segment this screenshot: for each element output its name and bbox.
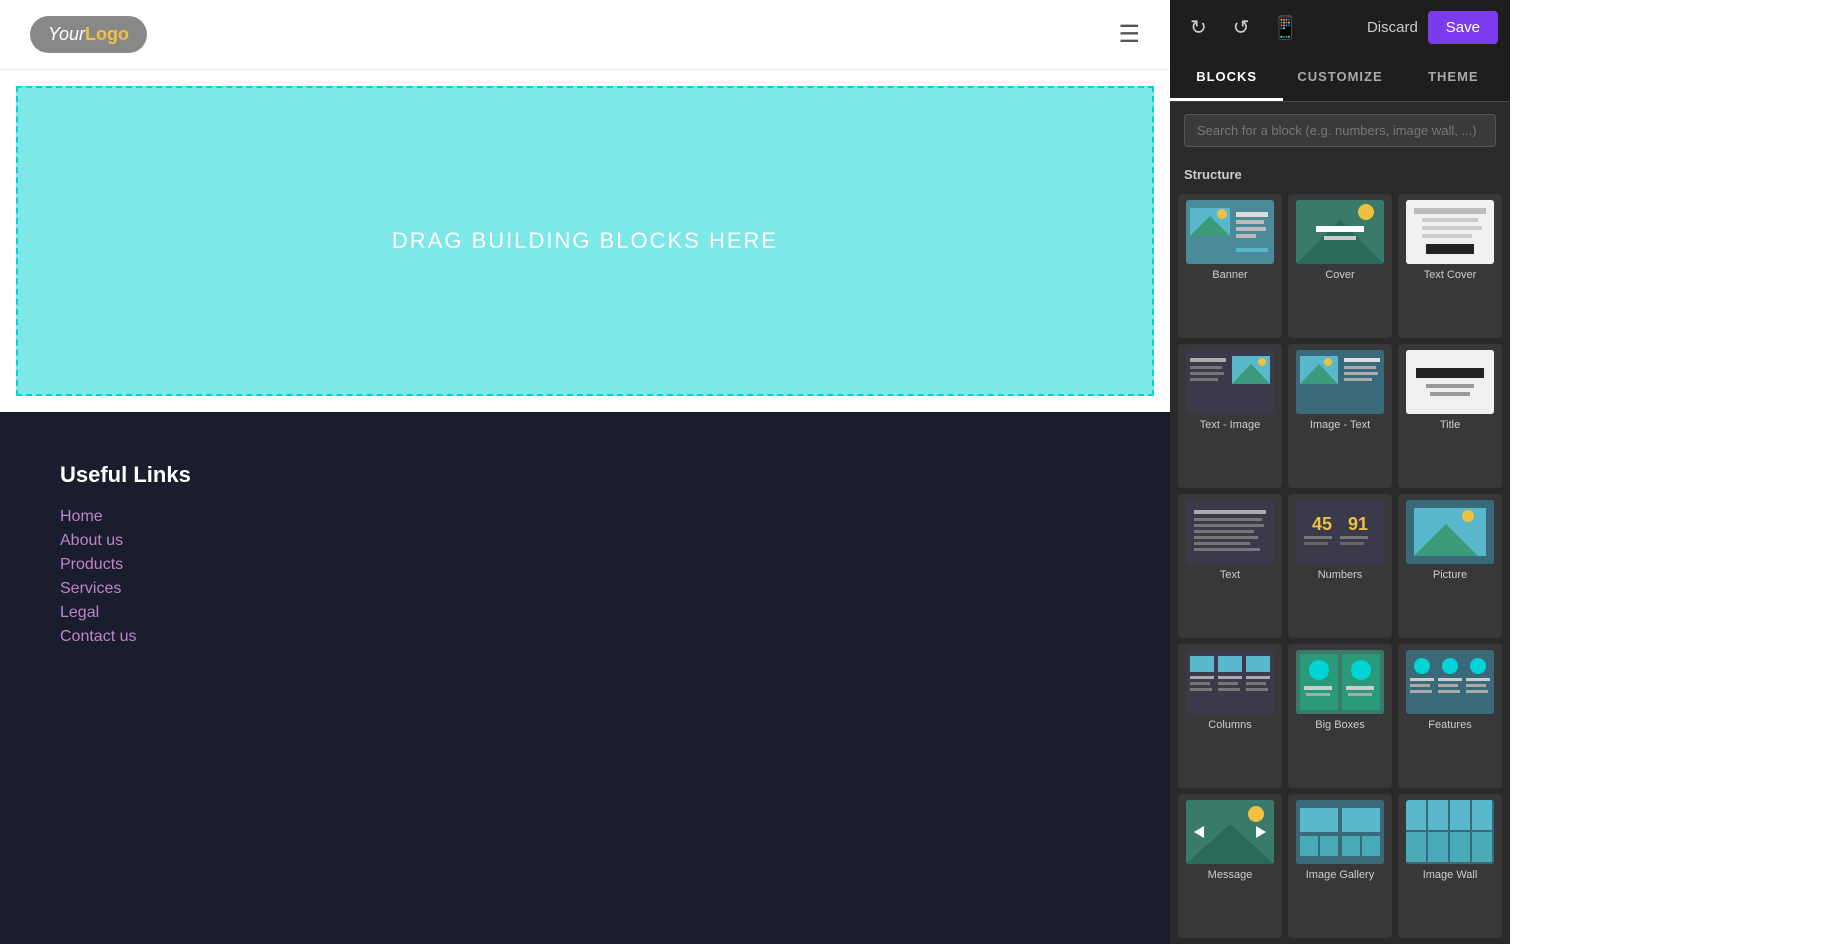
- block-thumbnail-numbers: 45 91: [1296, 500, 1384, 564]
- block-label-image-wall: Image Wall: [1423, 869, 1478, 881]
- block-label-features: Features: [1428, 719, 1471, 731]
- section-label: Structure: [1170, 159, 1510, 188]
- block-label-title: Title: [1440, 419, 1460, 431]
- block-label-banner: Banner: [1212, 269, 1247, 281]
- block-thumbnail-text: [1186, 500, 1274, 564]
- blocks-grid: Banner Cover Text Cover Text - Image Image -…: [1170, 188, 1510, 944]
- block-label-text-cover: Text Cover: [1424, 269, 1477, 281]
- search-input[interactable]: [1184, 114, 1496, 147]
- block-thumbnail-text-cover: [1406, 200, 1494, 264]
- tab-theme[interactable]: THEME: [1397, 55, 1510, 101]
- block-label-numbers: Numbers: [1318, 569, 1363, 581]
- block-label-columns: Columns: [1208, 719, 1251, 731]
- block-label-image-text: Image - Text: [1310, 419, 1370, 431]
- block-thumbnail-image-wall: [1406, 800, 1494, 864]
- footer-link-products[interactable]: Products: [60, 556, 1110, 574]
- logo-logo-text: Logo: [85, 24, 129, 45]
- block-thumbnail-message: [1186, 800, 1274, 864]
- discard-button[interactable]: Discard: [1367, 19, 1418, 36]
- block-label-picture: Picture: [1433, 569, 1467, 581]
- search-bar: [1170, 102, 1510, 159]
- undo-button[interactable]: ↻: [1182, 11, 1215, 44]
- block-item-numbers[interactable]: 45 91 Numbers: [1288, 494, 1392, 638]
- block-item-message[interactable]: Message: [1178, 794, 1282, 938]
- panel-tabs: BLOCKSCUSTOMIZETHEME: [1170, 55, 1510, 102]
- tab-customize[interactable]: CUSTOMIZE: [1283, 55, 1396, 101]
- block-item-text-cover[interactable]: Text Cover: [1398, 194, 1502, 338]
- header: Your Logo ☰: [0, 0, 1170, 70]
- block-thumbnail-text-image: [1186, 350, 1274, 414]
- right-panel: ↻ ↺ 📱 Discard Save BLOCKSCUSTOMIZETHEME …: [1170, 0, 1510, 944]
- block-thumbnail-image-gallery: [1296, 800, 1384, 864]
- top-bar: ↻ ↺ 📱 Discard Save: [1170, 0, 1510, 55]
- block-thumbnail-features: [1406, 650, 1494, 714]
- block-item-image-gallery[interactable]: Image Gallery: [1288, 794, 1392, 938]
- save-button[interactable]: Save: [1428, 11, 1498, 44]
- block-item-cover[interactable]: Cover: [1288, 194, 1392, 338]
- block-label-message: Message: [1208, 869, 1253, 881]
- footer-heading: Useful Links: [60, 462, 1110, 488]
- drop-zone[interactable]: DRAG BUILDING BLOCKS HERE: [16, 86, 1154, 396]
- logo-your-text: Your: [48, 24, 85, 45]
- block-thumbnail-cover: [1296, 200, 1384, 264]
- footer-link-contact-us[interactable]: Contact us: [60, 628, 1110, 646]
- logo-area: Your Logo: [30, 16, 147, 53]
- drop-zone-label: DRAG BUILDING BLOCKS HERE: [392, 228, 778, 254]
- footer-link-services[interactable]: Services: [60, 580, 1110, 598]
- block-label-text-image: Text - Image: [1200, 419, 1261, 431]
- footer-link-home[interactable]: Home: [60, 508, 1110, 526]
- footer: Useful Links Home About us Products Service…: [0, 412, 1170, 944]
- block-label-image-gallery: Image Gallery: [1306, 869, 1374, 881]
- footer-links: Home About us Products Services Legal Contact…: [60, 508, 1110, 646]
- tab-blocks[interactable]: BLOCKS: [1170, 55, 1283, 101]
- block-item-image-wall[interactable]: Image Wall: [1398, 794, 1502, 938]
- block-item-image-text[interactable]: Image - Text: [1288, 344, 1392, 488]
- footer-link-about-us[interactable]: About us: [60, 532, 1110, 550]
- block-item-banner[interactable]: Banner: [1178, 194, 1282, 338]
- block-label-cover: Cover: [1325, 269, 1354, 281]
- svg-text:91: 91: [1348, 514, 1368, 534]
- block-item-text[interactable]: Text: [1178, 494, 1282, 638]
- block-item-text-image[interactable]: Text - Image: [1178, 344, 1282, 488]
- block-thumbnail-image-text: [1296, 350, 1384, 414]
- block-thumbnail-title: [1406, 350, 1494, 414]
- svg-text:45: 45: [1312, 514, 1332, 534]
- hamburger-icon[interactable]: ☰: [1118, 20, 1140, 49]
- block-item-picture[interactable]: Picture: [1398, 494, 1502, 638]
- mobile-preview-icon[interactable]: 📱: [1272, 15, 1299, 41]
- block-item-features[interactable]: Features: [1398, 644, 1502, 788]
- block-thumbnail-picture: [1406, 500, 1494, 564]
- logo: Your Logo: [30, 16, 147, 53]
- block-item-big-boxes[interactable]: Big Boxes: [1288, 644, 1392, 788]
- footer-link-legal[interactable]: Legal: [60, 604, 1110, 622]
- block-label-big-boxes: Big Boxes: [1315, 719, 1365, 731]
- main-area: Your Logo ☰ DRAG BUILDING BLOCKS HERE Us…: [0, 0, 1170, 944]
- block-thumbnail-big-boxes: [1296, 650, 1384, 714]
- block-thumbnail-columns: [1186, 650, 1274, 714]
- block-item-columns[interactable]: Columns: [1178, 644, 1282, 788]
- block-item-title[interactable]: Title: [1398, 344, 1502, 488]
- block-thumbnail-banner: [1186, 200, 1274, 264]
- block-label-text: Text: [1220, 569, 1240, 581]
- redo-button[interactable]: ↺: [1225, 11, 1258, 44]
